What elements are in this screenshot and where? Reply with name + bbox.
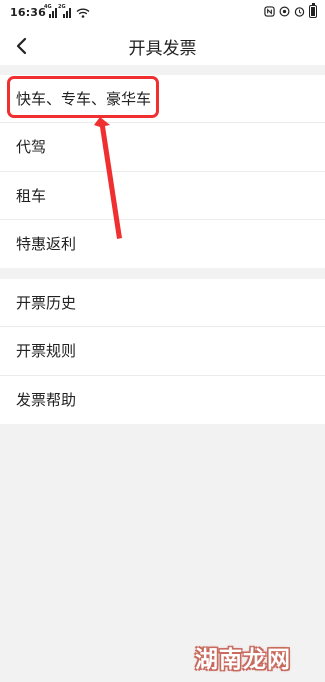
alarm-icon	[294, 7, 305, 17]
status-time: 16:36	[10, 6, 47, 19]
page-title: 开具发票	[128, 39, 197, 59]
nfc-icon	[264, 6, 275, 17]
network-type-label: 4G	[44, 4, 52, 10]
nav-bar: 开具发票	[0, 26, 325, 65]
signal-indicators: 4G 2G	[44, 4, 90, 18]
list-item-invoice-help[interactable]: 发票帮助	[0, 376, 325, 424]
signal-icon: 4G	[44, 4, 57, 18]
status-right-icons	[264, 3, 317, 18]
list-item-invoice-history[interactable]: 开票历史	[0, 279, 325, 327]
list-item-rebate[interactable]: 特惠返利	[0, 220, 325, 268]
signal-icon: 2G	[58, 4, 71, 18]
highlight-box	[7, 76, 159, 118]
watermark: 湖南龙网	[195, 647, 291, 673]
network-type-label: 2G	[58, 4, 66, 10]
list-item-invoice-rules[interactable]: 开票规则	[0, 327, 325, 376]
location-icon	[279, 6, 290, 17]
invoice-tools-list: 开票历史 开票规则 发票帮助	[0, 279, 325, 424]
status-bar: 16:36 4G 2G	[0, 0, 325, 26]
battery-level	[311, 7, 315, 16]
battery-icon	[309, 3, 317, 18]
list-item-car-rental[interactable]: 租车	[0, 172, 325, 220]
list-item-designated-driver[interactable]: 代驾	[0, 123, 325, 172]
wifi-icon	[76, 8, 90, 18]
